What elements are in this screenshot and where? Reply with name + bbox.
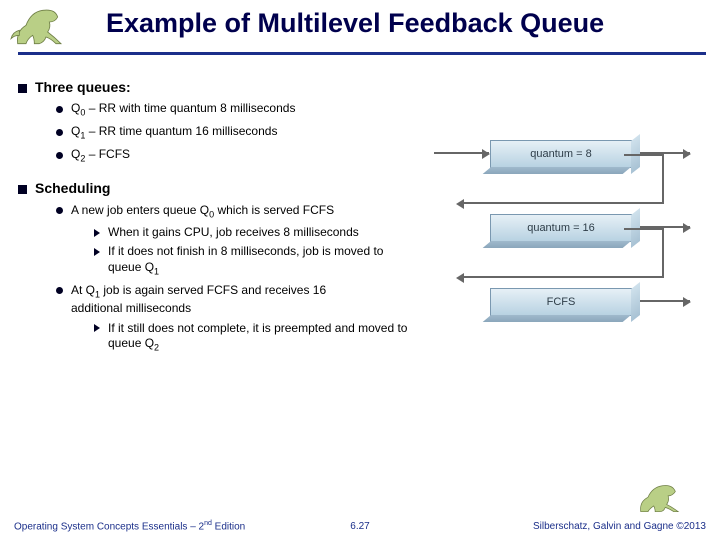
heading-text: Scheduling [35,180,110,196]
queue-row-1: quantum = 16 [434,214,704,288]
slide-title: Example of Multilevel Feedback Queue [106,8,604,39]
arrow-down-icon [662,154,664,202]
queue-row-2: FCFS [434,288,704,362]
square-bullet-icon [18,84,27,93]
footer-copyright: Silberschatz, Galvin and Gagne ©2013 [533,521,706,532]
item-q1: Q1 – RR time quantum 16 milliseconds [56,124,418,142]
disc-bullet-icon [56,287,63,294]
triangle-bullet-icon [94,229,100,237]
disc-bullet-icon [56,152,63,159]
item-new-job: A new job enters queue Q0 which is serve… [56,203,418,221]
heading-text: Three queues: [35,79,131,95]
item-not-finish-8: If it does not finish in 8 milliseconds,… [94,244,418,278]
slide: Example of Multilevel Feedback Queue Thr… [0,0,720,540]
dinosaur-logo-icon [8,2,94,52]
item-q2: Q2 – FCFS [56,147,418,165]
content-body: Three queues: Q0 – RR with time quantum … [18,72,418,357]
disc-bullet-icon [56,106,63,113]
queue-row-0: quantum = 8 [434,140,704,214]
heading-scheduling: Scheduling [18,179,418,197]
arrow-out-icon [640,300,690,302]
item-at-q1: At Q1 job is again served FCFS and recei… [56,283,418,317]
item-q0: Q0 – RR with time quantum 8 milliseconds [56,101,418,119]
queue-box-fcfs: FCFS [490,288,632,316]
queue-box-quantum8: quantum = 8 [490,140,632,168]
square-bullet-icon [18,185,27,194]
disc-bullet-icon [56,129,63,136]
heading-three-queues: Three queues: [18,78,418,96]
item-gains-cpu: When it gains CPU, job receives 8 millis… [94,225,418,241]
disc-bullet-icon [56,207,63,214]
arrow-in-icon [434,152,489,154]
dinosaur-footer-icon [634,480,708,516]
triangle-bullet-icon [94,324,100,332]
arrow-down-icon [662,228,664,276]
triangle-bullet-icon [94,248,100,256]
title-bar: Example of Multilevel Feedback Queue [0,0,720,60]
title-underline [18,52,706,55]
queue-diagram: quantum = 8 quantum = 16 FCFS [434,140,704,362]
queue-box-quantum16: quantum = 16 [490,214,632,242]
item-still-not-complete: If it still does not complete, it is pre… [94,321,418,355]
